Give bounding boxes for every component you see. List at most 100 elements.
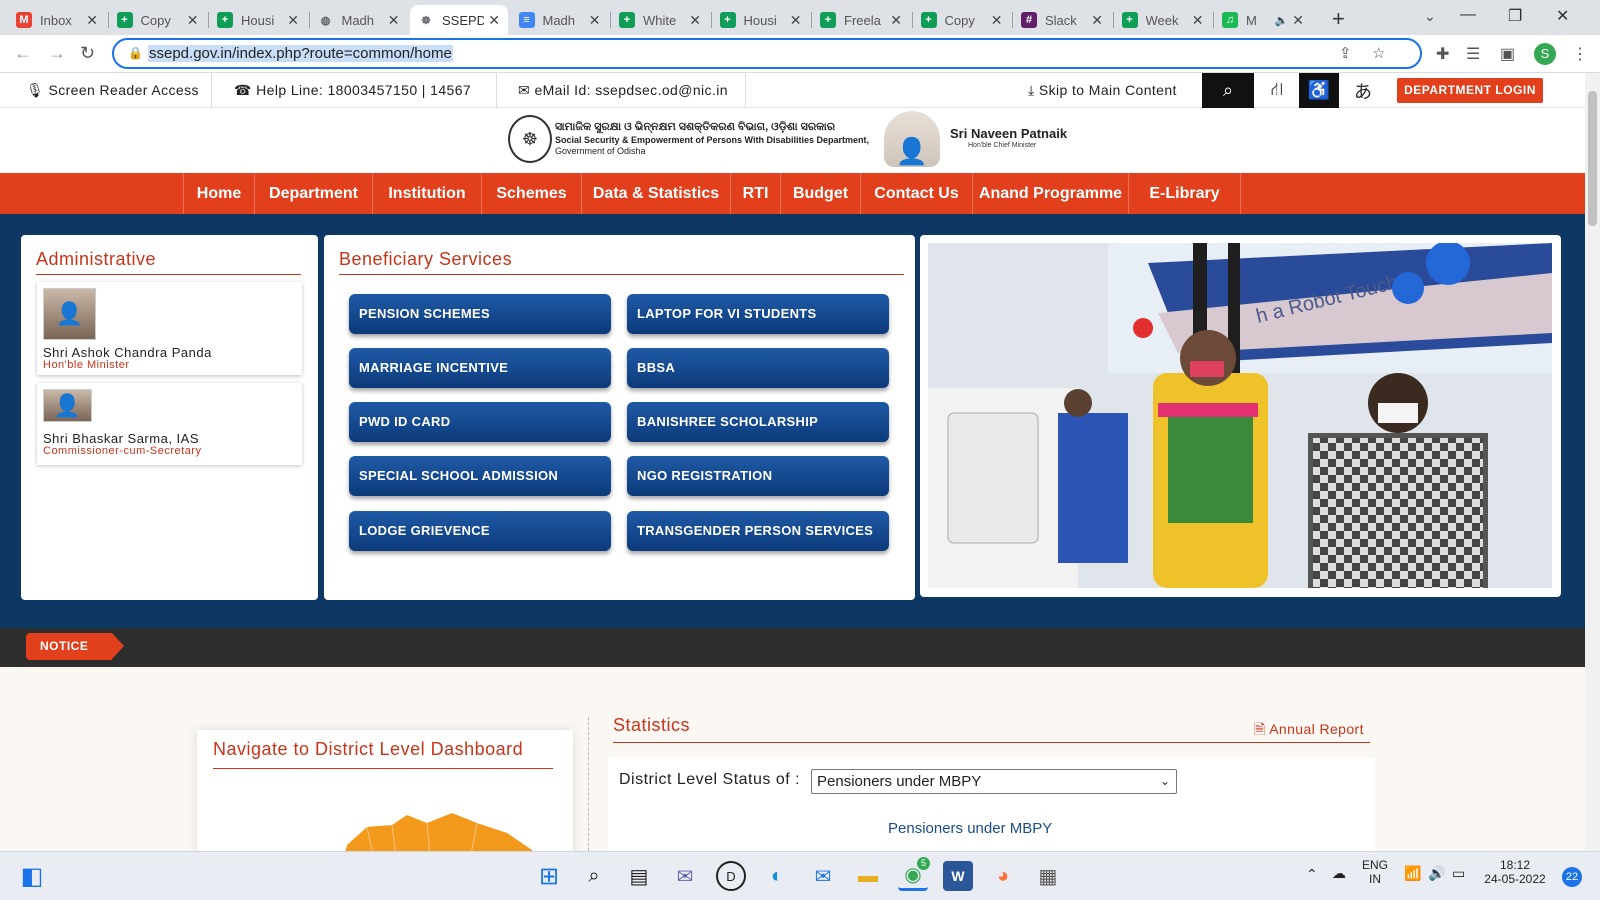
annual-report-link[interactable]: 🗎 Annual Report <box>1254 719 1364 743</box>
wifi-icon[interactable]: 📶 <box>1404 865 1421 882</box>
nav-anand-programme[interactable]: Anand Programme <box>973 173 1129 214</box>
reload-icon[interactable]: ↻ <box>80 43 95 64</box>
search-icon[interactable]: ⌕ <box>1202 73 1254 108</box>
banner-photo[interactable]: h a Robot Touch <box>928 243 1552 588</box>
bookmark-star-icon[interactable]: ☆ <box>1372 44 1385 62</box>
reading-list-icon[interactable]: ☰ <box>1466 44 1480 64</box>
browser-tab[interactable]: ≡ Madh ✕ <box>511 5 609 35</box>
browser-tab[interactable]: + Freela ✕ <box>812 5 910 35</box>
browser-tab[interactable]: # Slack ✕ <box>1013 5 1111 35</box>
show-hidden-icons-chevron-icon[interactable]: ⌃ <box>1306 866 1318 883</box>
clock[interactable]: 18:12 24-05-2022 <box>1480 858 1550 886</box>
page-scrollbar[interactable] <box>1585 73 1600 851</box>
calculator-icon[interactable]: ▦ <box>1033 861 1063 891</box>
search-taskbar-icon[interactable]: ⌕ <box>579 861 609 891</box>
tab-close-icon[interactable]: ✕ <box>488 12 500 29</box>
battery-icon[interactable]: ▭ <box>1452 865 1465 882</box>
nav-department[interactable]: Department <box>255 173 373 214</box>
nav-schemes[interactable]: Schemes <box>482 173 582 214</box>
firefox-icon[interactable]: ◕ <box>988 861 1018 891</box>
volume-icon[interactable]: 🔊 <box>1428 865 1445 882</box>
accessibility-icon[interactable]: ♿ <box>1299 73 1339 108</box>
share-icon[interactable]: ⇪ <box>1339 44 1352 62</box>
nav-institution[interactable]: Institution <box>373 173 482 214</box>
browser-tab[interactable]: ♫ M 🔈 ✕ <box>1214 5 1312 35</box>
task-view-icon[interactable]: ▤ <box>624 861 654 891</box>
file-explorer-icon[interactable]: ▬ <box>853 861 883 891</box>
extensions-icon[interactable]: ✚ <box>1436 44 1449 64</box>
tab-close-icon[interactable]: ✕ <box>991 12 1003 29</box>
language-indicator[interactable]: ENG IN <box>1358 858 1392 886</box>
edge-icon[interactable]: ◐ <box>762 861 792 891</box>
tab-close-icon[interactable]: ✕ <box>790 12 802 29</box>
browser-tab[interactable]: + Week ✕ <box>1114 5 1212 35</box>
tab-close-icon[interactable]: ✕ <box>689 12 701 29</box>
tab-search-chevron-icon[interactable]: ⌄ <box>1424 8 1436 25</box>
tab-close-icon[interactable]: ✕ <box>287 12 299 29</box>
tab-close-icon[interactable]: ✕ <box>1192 12 1204 29</box>
menu-dots-icon[interactable]: ⋮ <box>1572 44 1588 64</box>
transgender-person-services-button[interactable]: TRANSGENDER PERSON SERVICES <box>627 511 889 551</box>
language-translate-icon[interactable]: あ <box>1343 73 1383 108</box>
nav-budget[interactable]: Budget <box>781 173 861 214</box>
dell-icon[interactable]: D <box>716 861 746 891</box>
nav-home[interactable]: Home <box>183 173 255 214</box>
odisha-emblem-logo[interactable]: ☸ <box>508 115 552 163</box>
laptop-vi-students-button[interactable]: LAPTOP FOR VI STUDENTS <box>627 294 889 334</box>
browser-tab[interactable]: M Inbox ✕ <box>8 5 106 35</box>
tab-close-icon[interactable]: ✕ <box>890 12 902 29</box>
bbsa-button[interactable]: BBSA <box>627 348 889 388</box>
tab-close-icon[interactable]: ✕ <box>1292 12 1304 29</box>
nav-e-library[interactable]: E-Library <box>1129 173 1241 214</box>
tab-close-icon[interactable]: ✕ <box>187 12 199 29</box>
minimize-icon[interactable]: — <box>1460 6 1476 24</box>
secretary-card[interactable]: 👤 Shri Bhaskar Sarma, IAS Commissioner-c… <box>37 383 302 465</box>
screen-reader-link[interactable]: 🎙 Screen Reader Access <box>26 82 199 99</box>
browser-tab[interactable]: + Copy ✕ <box>913 5 1011 35</box>
browser-tab[interactable]: + White ✕ <box>611 5 709 35</box>
tab-close-icon[interactable]: ✕ <box>589 12 601 29</box>
profile-avatar[interactable]: S <box>1534 43 1556 65</box>
mail-icon[interactable]: ✉ <box>808 861 838 891</box>
tab-close-icon[interactable]: ✕ <box>86 12 98 29</box>
word-icon[interactable]: W <box>943 861 973 891</box>
lodge-grievance-button[interactable]: LODGE GRIEVENCE <box>349 511 611 551</box>
notification-badge[interactable]: 22 <box>1562 867 1582 887</box>
onedrive-icon[interactable]: ☁ <box>1332 865 1346 882</box>
browser-tab[interactable]: + Housi ✕ <box>712 5 810 35</box>
pwd-id-card-button[interactable]: PWD ID CARD <box>349 402 611 442</box>
browser-tab[interactable]: ☸ SSEPD ✕ <box>410 5 508 35</box>
browser-tab[interactable]: + Copy ✕ <box>109 5 207 35</box>
department-login-button[interactable]: DEPARTMENT LOGIN <box>1397 78 1543 103</box>
close-window-icon[interactable]: ✕ <box>1556 6 1569 26</box>
tab-close-icon[interactable]: ✕ <box>388 12 400 29</box>
nav-contact-us[interactable]: Contact Us <box>861 173 973 214</box>
widgets-icon[interactable]: ◧ <box>17 861 47 891</box>
url-text[interactable]: ssepd.gov.in/index.php?route=common/home <box>148 45 453 62</box>
skip-to-content-link[interactable]: ⤓ Skip to Main Content <box>1028 82 1177 99</box>
sitemap-icon[interactable]: ⛙ <box>1257 73 1297 108</box>
new-tab-button[interactable]: + <box>1332 6 1345 32</box>
district-status-select[interactable]: Pensioners under MBPY ⌄ <box>811 769 1177 794</box>
start-icon[interactable]: ⊞ <box>534 861 564 891</box>
back-icon[interactable]: ← <box>14 43 32 64</box>
address-bar[interactable]: 🔒 ssepd.gov.in/index.php?route=common/ho… <box>112 38 1422 69</box>
nav-data-statistics[interactable]: Data & Statistics <box>582 173 731 214</box>
side-panel-icon[interactable]: ▣ <box>1500 44 1515 64</box>
banishree-scholarship-button[interactable]: BANISHREE SCHOLARSHIP <box>627 402 889 442</box>
tab-close-icon[interactable]: ✕ <box>1091 12 1103 29</box>
browser-tab[interactable]: + Housi ✕ <box>209 5 307 35</box>
nav-rti[interactable]: RTI <box>731 173 781 214</box>
odisha-district-map[interactable] <box>337 805 537 851</box>
minister-card[interactable]: 👤 Shri Ashok Chandra Panda Hon'ble Minis… <box>37 282 302 375</box>
browser-tab[interactable]: ◍ Madh ✕ <box>310 5 408 35</box>
pension-schemes-button[interactable]: PENSION SCHEMES <box>349 294 611 334</box>
scrollbar-thumb[interactable] <box>1588 91 1597 226</box>
tab-audio-icon[interactable]: 🔈 <box>1275 14 1289 27</box>
marriage-incentive-button[interactable]: MARRIAGE INCENTIVE <box>349 348 611 388</box>
special-school-admission-button[interactable]: SPECIAL SCHOOL ADMISSION <box>349 456 611 496</box>
ngo-registration-button[interactable]: NGO REGISTRATION <box>627 456 889 496</box>
forward-icon[interactable]: → <box>48 43 66 64</box>
restore-icon[interactable]: ❐ <box>1508 6 1522 26</box>
teams-chat-icon[interactable]: ✉ <box>670 861 700 891</box>
